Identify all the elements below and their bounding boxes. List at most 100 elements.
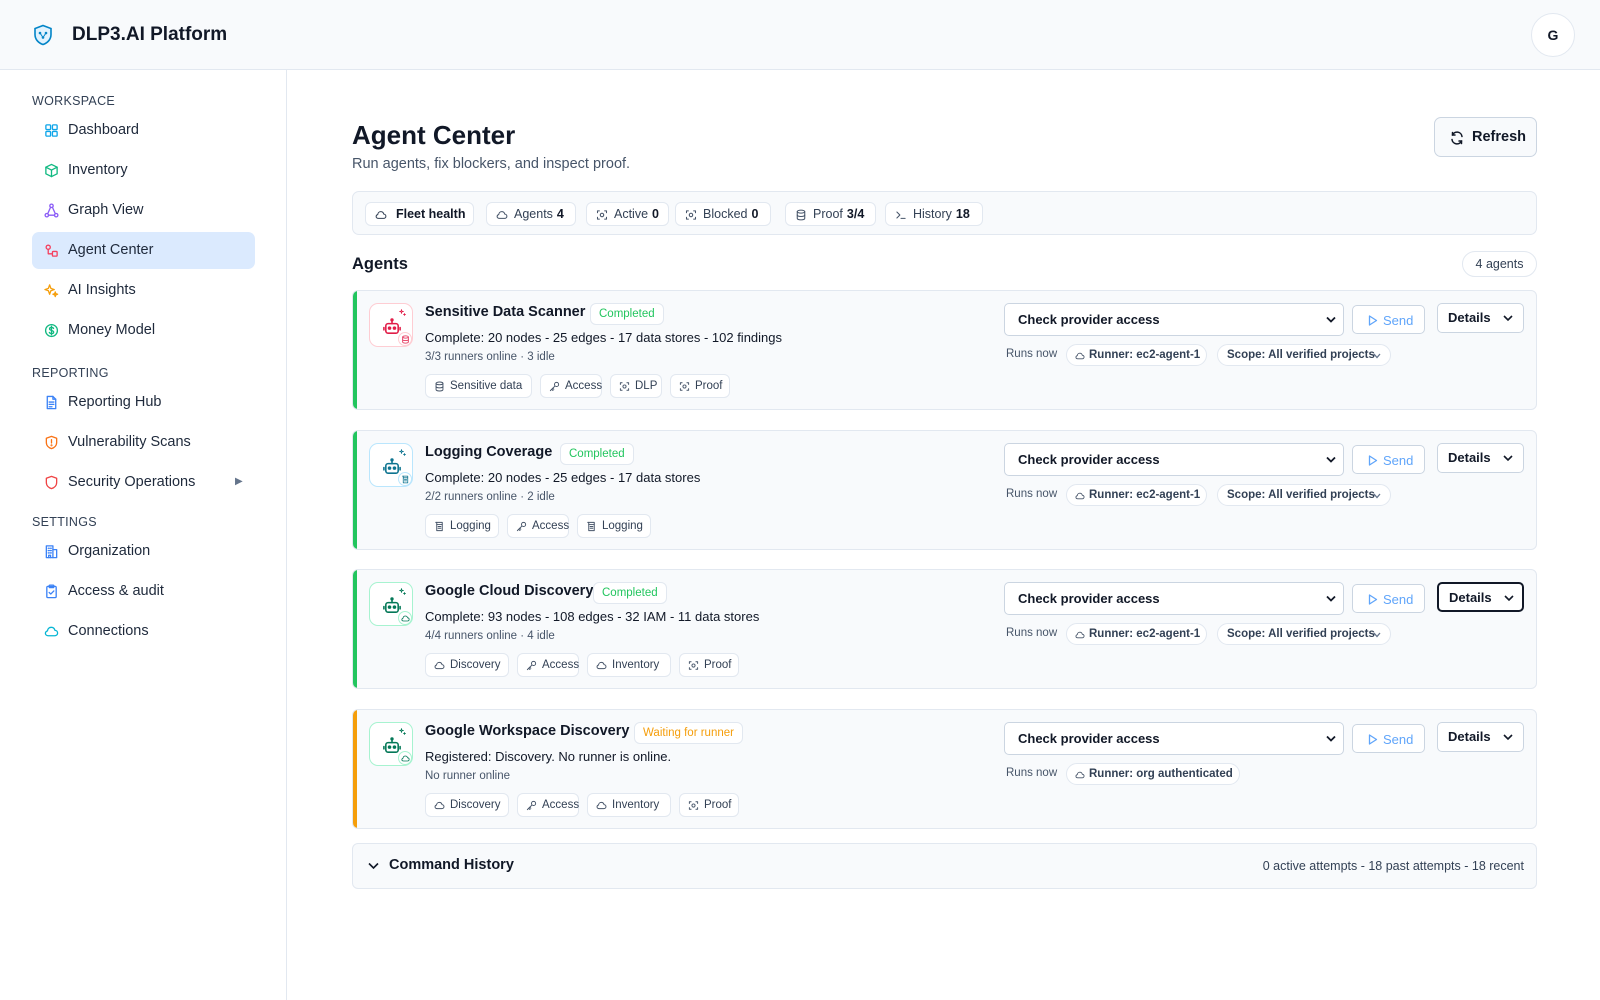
fleet-chip-agents[interactable]: Agents 4 — [486, 202, 576, 226]
cloud-icon — [434, 800, 445, 811]
command-select-value: Check provider access — [1018, 731, 1160, 746]
refresh-button[interactable]: Refresh — [1434, 117, 1537, 157]
runner-chip[interactable]: Runner: ec2-agent-1 — [1066, 484, 1207, 506]
send-label: Send — [1383, 592, 1414, 607]
command-select[interactable]: Check provider access — [1004, 582, 1344, 615]
scope-dropdown[interactable]: Scope: All verified projects — [1217, 484, 1391, 506]
refresh-icon — [1450, 131, 1464, 145]
sidebar-item-ai-insights[interactable]: AI Insights — [32, 272, 255, 309]
command-select[interactable]: Check provider access — [1004, 443, 1344, 476]
sidebar-item-label: Connections — [68, 623, 149, 639]
status-badge: Completed — [590, 303, 664, 325]
sidebar-item-label: Money Model — [68, 322, 156, 338]
sidebar-item-money-model[interactable]: Money Model — [32, 312, 255, 349]
key-icon — [526, 660, 537, 671]
runner-chip[interactable]: Runner: ec2-agent-1 — [1066, 623, 1207, 645]
sidebar-item-inventory[interactable]: Inventory — [32, 152, 255, 189]
sidebar-item-vulnerability-scans[interactable]: Vulnerability Scans — [32, 424, 255, 461]
chevron-down-icon — [1326, 316, 1336, 324]
tag-label: Proof — [704, 659, 732, 671]
send-label: Send — [1383, 313, 1414, 328]
details-button[interactable]: Details — [1437, 443, 1524, 473]
sidebar-item-security-operations[interactable]: Security Operations ▶ — [32, 464, 255, 501]
capability-tag: Discovery — [425, 793, 509, 817]
robot-icon — [383, 737, 401, 753]
scope-dropdown[interactable]: Scope: All verified projects — [1217, 623, 1391, 645]
fleet-chip-label: Active 0 — [614, 207, 659, 221]
sidebar-item-label: Access & audit — [68, 583, 164, 599]
fleet-chip-label: History 18 — [913, 207, 970, 221]
sparkles-small-icon — [399, 449, 407, 457]
status-badge: Waiting for runner — [634, 722, 743, 744]
database-icon — [795, 209, 807, 221]
runner-label: Runner: ec2-agent-1 — [1089, 349, 1201, 361]
status-accent-bar — [353, 570, 357, 688]
robot-icon — [383, 318, 401, 334]
fleet-chip-active[interactable]: Active 0 — [586, 202, 669, 226]
fleet-chip-proof[interactable]: Proof 3/4 — [785, 202, 876, 226]
shield-alert-icon — [44, 435, 59, 450]
capability-tag: Inventory — [587, 793, 671, 817]
graph-icon — [44, 203, 59, 218]
fleet-chip-value: 18 — [955, 207, 970, 221]
agent-card: Logging Coverage Completed Complete: 20 no… — [352, 430, 1537, 550]
robot-icon — [383, 458, 401, 474]
runner-status: 2/2 runners online · 2 idle — [425, 491, 555, 503]
command-history-panel[interactable]: Command History 0 active attempts - 18 p… — [352, 843, 1537, 889]
sidebar-item-connections[interactable]: Connections — [32, 613, 255, 650]
tag-label: Access — [542, 799, 580, 811]
details-button[interactable]: Details — [1437, 582, 1524, 612]
capability-tag: Logging — [425, 514, 499, 538]
sidebar-item-access-audit[interactable]: Access & audit — [32, 573, 255, 610]
details-button[interactable]: Details — [1437, 303, 1524, 333]
fleet-health-chip[interactable]: Fleet health — [365, 202, 474, 226]
status-accent-bar — [353, 431, 357, 549]
fleet-chip-blocked[interactable]: Blocked 0 — [675, 202, 771, 226]
sidebar-item-dashboard[interactable]: Dashboard — [32, 112, 255, 149]
sidebar-item-organization[interactable]: Organization — [32, 533, 255, 570]
clipboard-icon — [44, 584, 59, 599]
command-select[interactable]: Check provider access — [1004, 303, 1344, 336]
capability-tag: Inventory — [587, 653, 671, 677]
chevron-down-icon — [1504, 595, 1514, 602]
sidebar-item-label: Graph View — [68, 202, 144, 218]
expand-caret-icon[interactable]: ▶ — [235, 476, 243, 487]
cloud-icon — [398, 751, 412, 765]
capability-tag: Sensitive data — [425, 374, 532, 398]
agent-name: Google Workspace Discovery — [425, 723, 630, 739]
user-avatar[interactable]: G — [1531, 13, 1575, 57]
send-button[interactable]: Send — [1352, 305, 1425, 334]
sidebar-item-agent-center[interactable]: Agent Center — [32, 232, 255, 269]
sidebar-item-label: Reporting Hub — [68, 394, 162, 410]
fleet-chip-name: Agents — [514, 207, 553, 221]
cloud-icon — [1075, 491, 1085, 501]
command-history-summary: 0 active attempts - 18 past attempts - 1… — [1262, 859, 1524, 873]
send-button[interactable]: Send — [1352, 724, 1425, 753]
tag-label: Discovery — [450, 799, 501, 811]
capability-tag: Logging — [577, 514, 651, 538]
sidebar-section-label: SETTINGS — [32, 515, 97, 529]
runner-status: 3/3 runners online · 3 idle — [425, 351, 555, 363]
sidebar-item-label: Vulnerability Scans — [68, 434, 191, 450]
sidebar-item-reporting-hub[interactable]: Reporting Hub — [32, 384, 255, 421]
fleet-chip-history[interactable]: History 18 — [885, 202, 983, 226]
tag-label: Logging — [450, 520, 491, 532]
command-select-value: Check provider access — [1018, 452, 1160, 467]
details-label: Details — [1448, 450, 1491, 465]
agent-avatar — [369, 582, 413, 626]
sidebar-item-graph-view[interactable]: Graph View — [32, 192, 255, 229]
runner-chip[interactable]: Runner: org authenticated — [1066, 763, 1240, 785]
scope-dropdown[interactable]: Scope: All verified projects — [1217, 344, 1391, 366]
chevron-down-icon[interactable] — [368, 862, 379, 870]
agent-card: Sensitive Data Scanner Completed Complete:… — [352, 290, 1537, 410]
command-select[interactable]: Check provider access — [1004, 722, 1344, 755]
details-button[interactable]: Details — [1437, 722, 1524, 752]
tag-label: DLP — [635, 380, 658, 392]
send-button[interactable]: Send — [1352, 445, 1425, 474]
runner-chip[interactable]: Runner: ec2-agent-1 — [1066, 344, 1207, 366]
sparkles-small-icon — [399, 728, 407, 736]
capability-tag: Proof — [679, 653, 739, 677]
scan-icon — [688, 660, 699, 671]
send-button[interactable]: Send — [1352, 584, 1425, 613]
top-bar: DLP3.AI Platform G — [0, 0, 1600, 70]
